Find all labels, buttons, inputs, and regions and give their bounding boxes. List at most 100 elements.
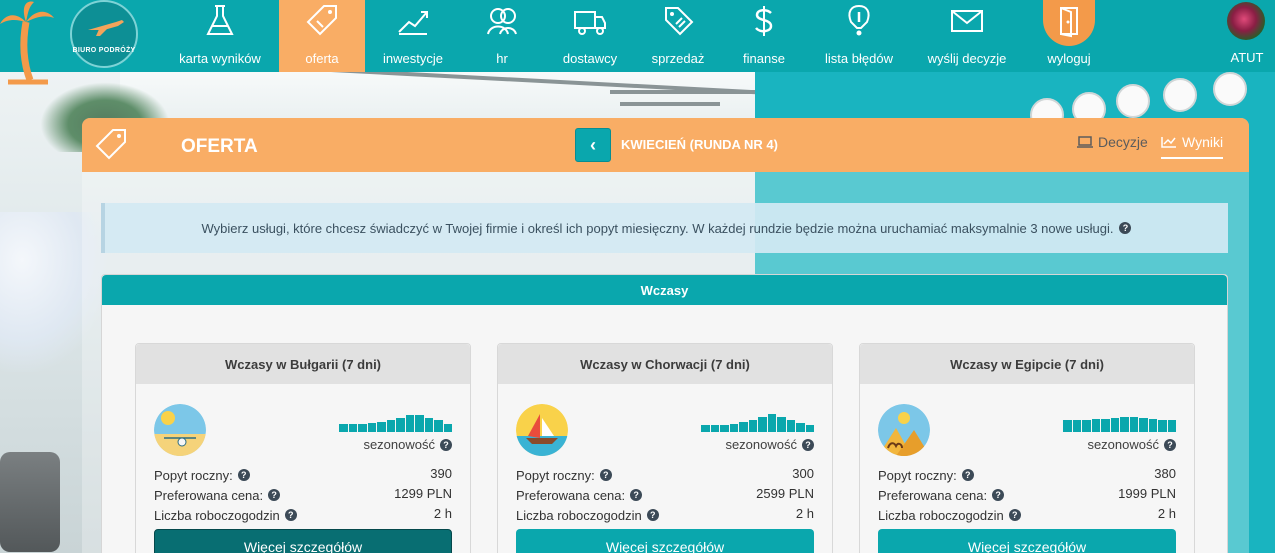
more-details-button[interactable]: Więcej szczegółów — [154, 529, 452, 553]
nav-hr[interactable]: hr — [468, 0, 536, 72]
help-icon[interactable]: ? — [630, 489, 643, 501]
seasonality-label: sezonowość? — [725, 437, 814, 452]
help-icon[interactable]: ? — [646, 509, 659, 521]
demand-row: Popyt roczny:? 300 — [516, 466, 814, 483]
price-row: Preferowana cena:? 1299 PLN — [154, 486, 452, 503]
seasonality-bar — [443, 424, 452, 432]
tag-icon — [95, 129, 126, 160]
tab-wyniki[interactable]: Wyniki — [1161, 134, 1224, 159]
nav-inwestycje[interactable]: inwestycje — [370, 0, 456, 72]
tab-label: Wyniki — [1182, 134, 1224, 150]
exclamation-icon — [848, 4, 870, 36]
growth-chart-icon — [398, 11, 428, 35]
nav-label: hr — [496, 51, 508, 66]
demand-row: Popyt roczny:? 380 — [878, 466, 1176, 483]
seasonality-bar — [339, 424, 348, 432]
nav-karta-wynikow[interactable]: karta wyników — [166, 0, 274, 72]
seasonality-bar — [1148, 419, 1157, 432]
nav-wyloguj[interactable]: wyloguj — [1030, 0, 1108, 72]
service-card: Wczasy w Chorwacji (7 dni) sezonowość? P… — [497, 343, 833, 553]
people-icon — [487, 8, 517, 35]
help-icon[interactable]: ? — [440, 438, 452, 451]
seasonality-bar — [805, 425, 814, 432]
seasonality-bar — [1129, 417, 1138, 432]
seasonality-bar — [720, 425, 729, 432]
seasonality-bar — [796, 423, 805, 432]
help-icon[interactable]: ? — [1008, 509, 1021, 521]
price-tag-icon — [665, 7, 694, 36]
more-details-button[interactable]: Więcej szczegółów — [516, 529, 814, 553]
help-icon[interactable]: ? — [284, 509, 297, 521]
seasonality-bar — [748, 420, 757, 432]
help-icon[interactable]: ? — [992, 489, 1005, 501]
seasonality-bar — [405, 415, 414, 432]
dollar-icon — [755, 6, 773, 36]
help-icon[interactable]: ? — [1164, 438, 1176, 451]
nav-label: inwestycje — [383, 51, 443, 66]
price-value: 1999 PLN — [1118, 486, 1176, 501]
page-title: OFERTA — [181, 136, 258, 157]
nav-label: lista błędów — [825, 51, 893, 66]
seasonality-bar — [710, 425, 719, 432]
seasonality-bar — [377, 422, 386, 432]
help-icon[interactable]: ? — [237, 469, 250, 481]
seasonality-bar — [758, 417, 767, 432]
seasonality-bar — [1158, 420, 1167, 432]
service-card: Wczasy w Egipcie (7 dni) sezonowość? Pop… — [859, 343, 1195, 553]
nav-lista-bledow[interactable]: lista błędów — [810, 0, 908, 72]
seasonality-bar — [367, 423, 376, 432]
brand-logo[interactable]: BIURO PODRÓŻY — [70, 0, 138, 68]
nav-wyslij-decyzje[interactable]: wyślij decyzje — [916, 0, 1018, 72]
help-icon[interactable]: ? — [599, 469, 612, 481]
seasonality-bar — [739, 422, 748, 432]
help-icon[interactable]: ? — [1119, 222, 1132, 234]
nav-label: wyślij decyzje — [927, 51, 1007, 66]
hours-row: Liczba roboczogodzin? 2 h — [878, 506, 1176, 523]
nav-label: oferta — [305, 51, 339, 66]
price-row: Preferowana cena:? 1999 PLN — [878, 486, 1176, 503]
nav-label: sprzedaż — [651, 51, 705, 66]
user-name: ATUT — [1230, 50, 1264, 65]
seasonality-bar — [358, 424, 367, 432]
seasonality-bar — [1091, 419, 1100, 432]
door-icon — [1060, 7, 1078, 38]
round-label: KWIECIEŃ (RUNDA NR 4) — [621, 137, 778, 152]
seasonality-chart — [1063, 410, 1176, 432]
nav-sprzedaz[interactable]: sprzedaż — [640, 0, 716, 72]
seasonality-bar — [434, 420, 443, 432]
seasonality-bar — [1139, 418, 1148, 432]
price-row: Preferowana cena:? 2599 PLN — [516, 486, 814, 503]
demand-value: 380 — [1154, 466, 1176, 481]
demand-value: 390 — [430, 466, 452, 481]
tab-label: Decyzje — [1098, 134, 1148, 150]
more-details-button[interactable]: Więcej szczegółów — [878, 529, 1176, 553]
nav-oferta[interactable]: oferta — [279, 0, 365, 72]
beach-volleyball-icon — [154, 404, 206, 456]
nav-finanse[interactable]: finanse — [730, 0, 798, 72]
seasonality-bar — [1110, 418, 1119, 432]
section-wczasy: Wczasy Wczasy w Bułgarii (7 dni) sezonow… — [101, 274, 1228, 553]
section-title: Wczasy — [102, 275, 1227, 305]
help-icon[interactable]: ? — [961, 469, 974, 481]
help-icon[interactable]: ? — [802, 438, 814, 451]
page-header: OFERTA ‹ KWIECIEŃ (RUNDA NR 4) Decyzje W… — [82, 118, 1249, 172]
seasonality-label: sezonowość? — [1087, 437, 1176, 452]
truck-icon — [574, 11, 606, 35]
nav-label: dostawcy — [562, 51, 618, 66]
tag-icon — [306, 5, 337, 36]
user-avatar[interactable] — [1227, 2, 1265, 40]
envelope-icon — [951, 10, 983, 32]
seasonality-bar — [1063, 420, 1072, 432]
laptop-icon — [1077, 136, 1093, 148]
seasonality-bar — [786, 420, 795, 432]
seasonality-bar — [424, 418, 433, 432]
seasonality-bar — [386, 420, 395, 432]
nav-dostawcy[interactable]: dostawcy — [548, 0, 632, 72]
previous-round-button[interactable]: ‹ — [575, 128, 611, 162]
seasonality-bar — [415, 415, 424, 432]
help-icon[interactable]: ? — [268, 489, 281, 501]
hours-value: 2 h — [1157, 506, 1176, 521]
price-value: 1299 PLN — [394, 486, 452, 501]
tab-decyzje[interactable]: Decyzje — [1077, 134, 1148, 150]
info-text: Wybierz usługi, które chcesz świadczyć w… — [201, 220, 1114, 236]
